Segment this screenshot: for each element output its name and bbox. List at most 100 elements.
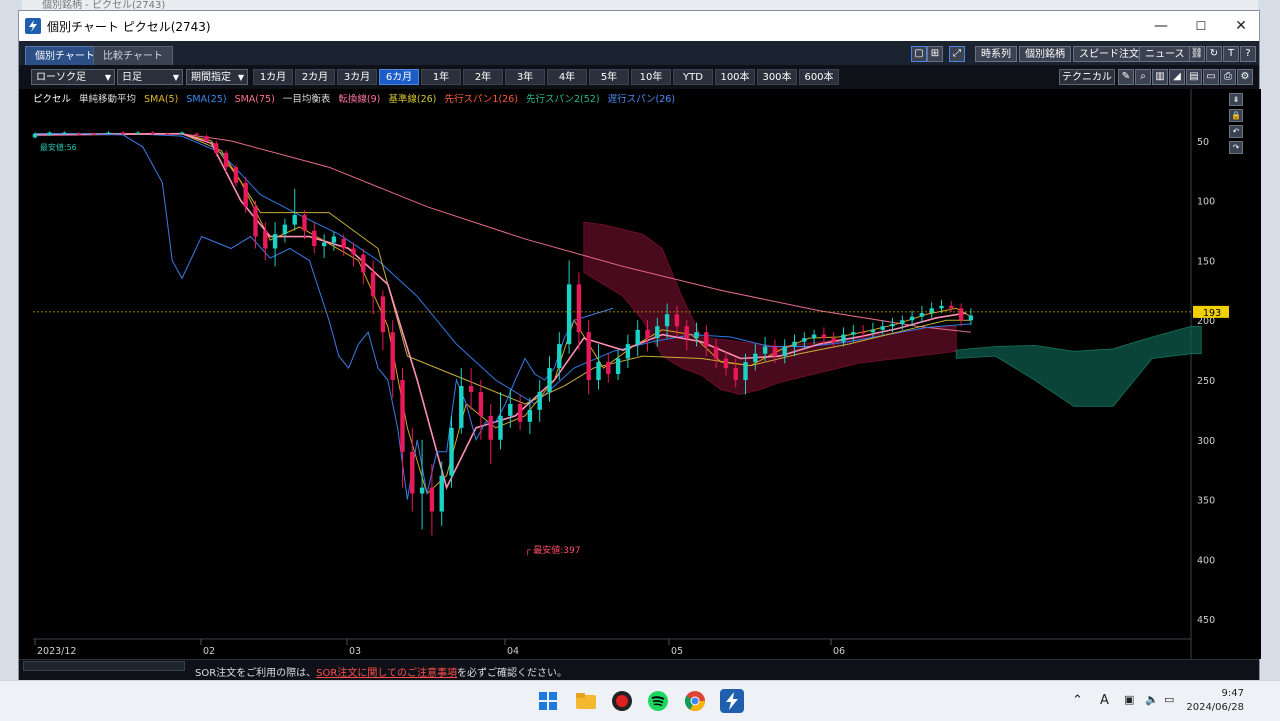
individual-stock-button[interactable]: 個別銘柄 [1019, 46, 1071, 62]
refresh-icon[interactable]: ↻ [1206, 46, 1222, 62]
sor-notice-link[interactable]: SOR注文に関してのご注意事項 [316, 668, 457, 679]
legend-kijun[interactable]: 基準線(26) [388, 94, 436, 105]
range-button-6[interactable]: 3年 [505, 69, 545, 85]
chevron-down-icon: ▼ [172, 73, 179, 82]
lock-icon[interactable]: 🔒 [1229, 109, 1243, 122]
candle-body [586, 332, 591, 381]
range-mode-value: 期間指定 [191, 72, 231, 83]
candle-body [635, 329, 640, 345]
candle-body [537, 391, 542, 410]
legend-span2[interactable]: 先行スパン2(52) [526, 94, 600, 105]
undo-icon[interactable]: ↶ [1229, 125, 1243, 138]
candle-body [762, 346, 768, 354]
file-explorer-icon[interactable] [574, 689, 598, 713]
candle-body [253, 206, 258, 237]
bar-chart-icon[interactable]: ▥ [1152, 69, 1168, 85]
price-chart[interactable]: 501001502002503003504004502023/12 02 03 04 0… [19, 89, 1261, 659]
battery-icon[interactable]: ▭ [1164, 693, 1174, 706]
print-icon[interactable]: ⎙ [1220, 69, 1236, 85]
legend-sma75[interactable]: SMA(75) [235, 94, 275, 105]
candle-body [949, 305, 954, 309]
range-button-12[interactable]: 300本 [757, 69, 797, 85]
legend-span1[interactable]: 先行スパン1(26) [444, 94, 518, 105]
chevron-down-icon: ▼ [104, 73, 111, 82]
area-chart-icon[interactable]: ◢ [1169, 69, 1185, 85]
clock[interactable]: 9:47 2024/06/28 [1186, 687, 1244, 715]
technical-button[interactable]: テクニカル [1059, 69, 1115, 85]
candle-body [488, 415, 493, 440]
app-icon [25, 18, 41, 34]
candle-body [625, 344, 631, 359]
close-button[interactable]: ✕ [1221, 11, 1261, 41]
range-button-8[interactable]: 5年 [589, 69, 629, 85]
range-button-0[interactable]: 1カ月 [253, 69, 293, 85]
period-type-select[interactable]: 日足 ▼ [117, 69, 183, 85]
legend-chikou[interactable]: 遅行スパン(26) [608, 94, 675, 105]
candle-body [165, 133, 170, 135]
single-layout-icon[interactable]: ▢ [911, 46, 927, 62]
news-button[interactable]: ニュース [1139, 46, 1191, 62]
tab-compare-chart[interactable]: 比較チャート [93, 46, 173, 65]
chrome-icon[interactable] [683, 689, 707, 713]
candle-body [606, 362, 611, 375]
x-tick-label: 05 [671, 646, 683, 657]
network-icon[interactable]: ▣ [1124, 693, 1134, 706]
range-button-11[interactable]: 100本 [715, 69, 755, 85]
spotify-icon[interactable] [646, 689, 670, 713]
clock-date: 2024/06/28 [1186, 702, 1244, 713]
expand-icon[interactable]: ⤢ [949, 46, 965, 62]
candle-body [429, 487, 435, 512]
range-button-2[interactable]: 3カ月 [337, 69, 377, 85]
grid-layout-icon[interactable]: ⊞ [927, 46, 943, 62]
record-app-icon[interactable] [610, 689, 634, 713]
minimize-button[interactable]: — [1141, 11, 1181, 41]
text-icon[interactable]: T [1223, 46, 1239, 62]
range-button-13[interactable]: 600本 [799, 69, 839, 85]
candle-body [233, 167, 239, 183]
settings-icon[interactable]: ⚙ [1237, 69, 1253, 85]
redo-icon[interactable]: ↷ [1229, 141, 1243, 154]
pen-icon[interactable]: ✎ [1118, 69, 1134, 85]
range-button-3[interactable]: 6カ月 [379, 69, 419, 85]
legend-ichimoku-label: 一目均衡表 [282, 94, 331, 105]
range-button-5[interactable]: 2年 [463, 69, 503, 85]
x-tick-label: 2023/12 [37, 646, 76, 657]
candle-body [841, 334, 846, 342]
folder-icon[interactable]: ▭ [1203, 69, 1219, 85]
document-icon[interactable]: ▤ [1186, 69, 1202, 85]
trading-app-icon[interactable] [720, 689, 744, 713]
candle-body [32, 133, 38, 138]
speed-order-button[interactable]: スピード注文 [1073, 46, 1145, 62]
range-button-10[interactable]: YTD [673, 69, 713, 85]
candle-body [968, 315, 974, 321]
help-icon[interactable]: ? [1240, 46, 1256, 62]
time-series-button[interactable]: 時系列 [975, 46, 1017, 62]
volume-icon[interactable]: 🔈 [1145, 693, 1159, 706]
status-message: SOR注文をご利用の際は、SOR注文に関してのご注意事項を必ずご確認ください。 [195, 668, 568, 679]
ime-icon[interactable]: A [1100, 693, 1109, 708]
status-bar: SOR注文をご利用の際は、SOR注文に関してのご注意事項を必ずご確認ください。 [19, 659, 1259, 682]
candle-body [880, 326, 885, 330]
legend-sma25[interactable]: SMA(25) [186, 94, 226, 105]
range-button-7[interactable]: 4年 [547, 69, 587, 85]
candle-body [860, 332, 866, 334]
chart-type-select[interactable]: ローソク足 ▼ [31, 69, 115, 85]
candle-body [890, 323, 895, 327]
windows-start-icon[interactable] [536, 689, 560, 713]
range-button-9[interactable]: 10年 [631, 69, 671, 85]
zoom-icon[interactable]: ⌕ [1135, 69, 1151, 85]
tray-chevron-icon[interactable]: ⌃ [1072, 693, 1083, 708]
link-icon[interactable]: ⛓ [1189, 46, 1205, 62]
legend-sma5[interactable]: SMA(5) [144, 94, 178, 105]
range-mode-select[interactable]: 期間指定 ▼ [186, 69, 248, 85]
range-button-1[interactable]: 2カ月 [295, 69, 335, 85]
candle-body [459, 385, 464, 428]
legend-tenkan[interactable]: 転換線(9) [338, 94, 380, 105]
candle-body [331, 236, 337, 243]
low-marker-label: 最安値:56 [40, 142, 77, 152]
maximize-button[interactable]: ☐ [1181, 11, 1221, 41]
candle-body [753, 353, 758, 363]
range-button-4[interactable]: 1年 [421, 69, 461, 85]
candle-body [508, 403, 513, 416]
collapse-icon[interactable]: ⇟ [1229, 93, 1243, 106]
